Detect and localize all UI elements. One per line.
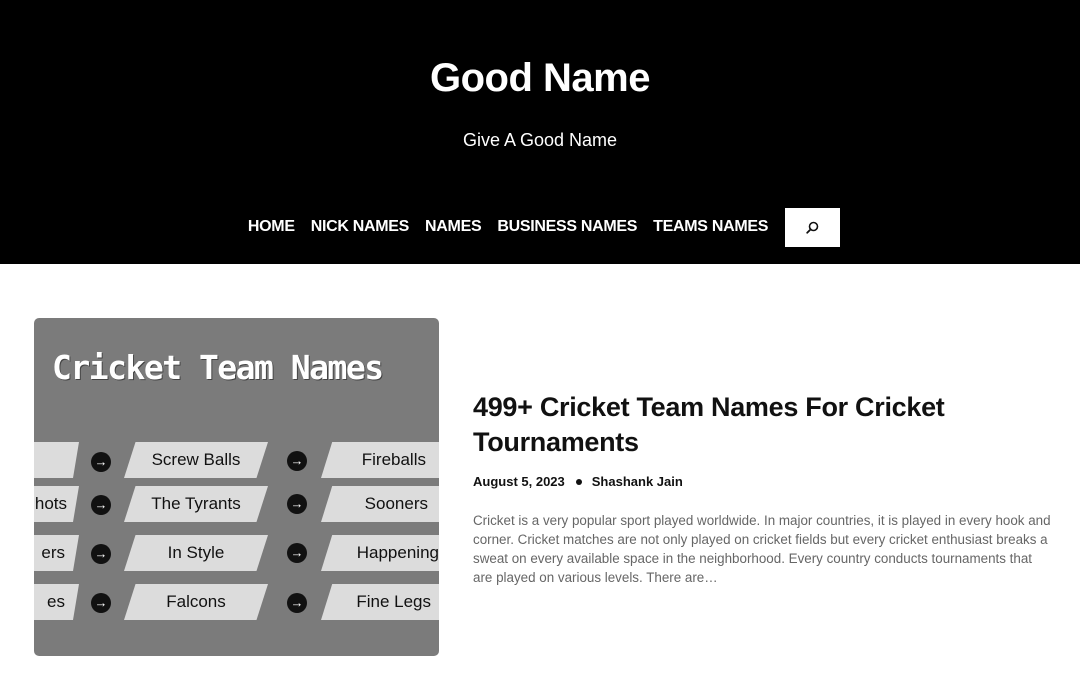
arrow-right-icon: →	[287, 543, 307, 563]
post-thumbnail[interactable]: Cricket Team Names hots ers es → → → → S…	[34, 318, 439, 656]
nav-item-names[interactable]: NAMES	[425, 208, 482, 246]
search-icon	[806, 221, 819, 234]
thumbnail-chip: Fine Legs	[321, 584, 439, 620]
thumbnail-chip	[34, 442, 79, 478]
arrow-right-icon: →	[287, 451, 307, 471]
nav-item-teams-names[interactable]: TEAMS NAMES	[653, 208, 768, 246]
thumbnail-chip: hots	[34, 486, 79, 522]
nav-item-home[interactable]: HOME	[248, 208, 295, 246]
site-header: Good Name Give A Good Name HOME NICK NAM…	[0, 0, 1080, 264]
post-meta: August 5, 2023 Shashank Jain	[473, 474, 1053, 489]
arrow-right-icon: →	[91, 495, 111, 515]
search-button[interactable]	[785, 207, 841, 247]
thumbnail-chip: Screw Balls	[124, 442, 268, 478]
post-author[interactable]: Shashank Jain	[592, 474, 683, 489]
post-date[interactable]: August 5, 2023	[473, 474, 565, 489]
thumbnail-chip: In Style	[124, 535, 268, 571]
thumbnail-chip: ers	[34, 535, 79, 571]
post-content: 499+ Cricket Team Names For Cricket Tour…	[473, 390, 1053, 587]
post-card: Cricket Team Names hots ers es → → → → S…	[34, 318, 1054, 656]
arrow-right-icon: →	[91, 452, 111, 472]
site-title[interactable]: Good Name	[0, 56, 1080, 101]
nav-item-business-names[interactable]: BUSINESS NAMES	[497, 208, 637, 246]
arrow-right-icon: →	[91, 544, 111, 564]
arrow-right-icon: →	[287, 494, 307, 514]
thumbnail-chip: Happening	[321, 535, 439, 571]
meta-separator	[575, 478, 582, 485]
thumbnail-chip: es	[34, 584, 79, 620]
nav-item-nick-names[interactable]: NICK NAMES	[311, 208, 410, 246]
main-nav: HOME NICK NAMES NAMES BUSINESS NAMES TEA…	[0, 207, 1080, 247]
arrow-right-icon: →	[287, 593, 307, 613]
thumbnail-chip: Falcons	[124, 584, 268, 620]
thumbnail-chip: Sooners	[321, 486, 439, 522]
thumbnail-chip: Fireballs	[321, 442, 439, 478]
post-excerpt: Cricket is a very popular sport played w…	[473, 513, 1051, 585]
thumbnail-chip: The Tyrants	[124, 486, 268, 522]
arrow-right-icon: →	[91, 593, 111, 613]
post-title[interactable]: 499+ Cricket Team Names For Cricket Tour…	[473, 390, 1053, 460]
site-tagline: Give A Good Name	[462, 130, 618, 150]
thumbnail-title: Cricket Team Names	[52, 348, 384, 387]
